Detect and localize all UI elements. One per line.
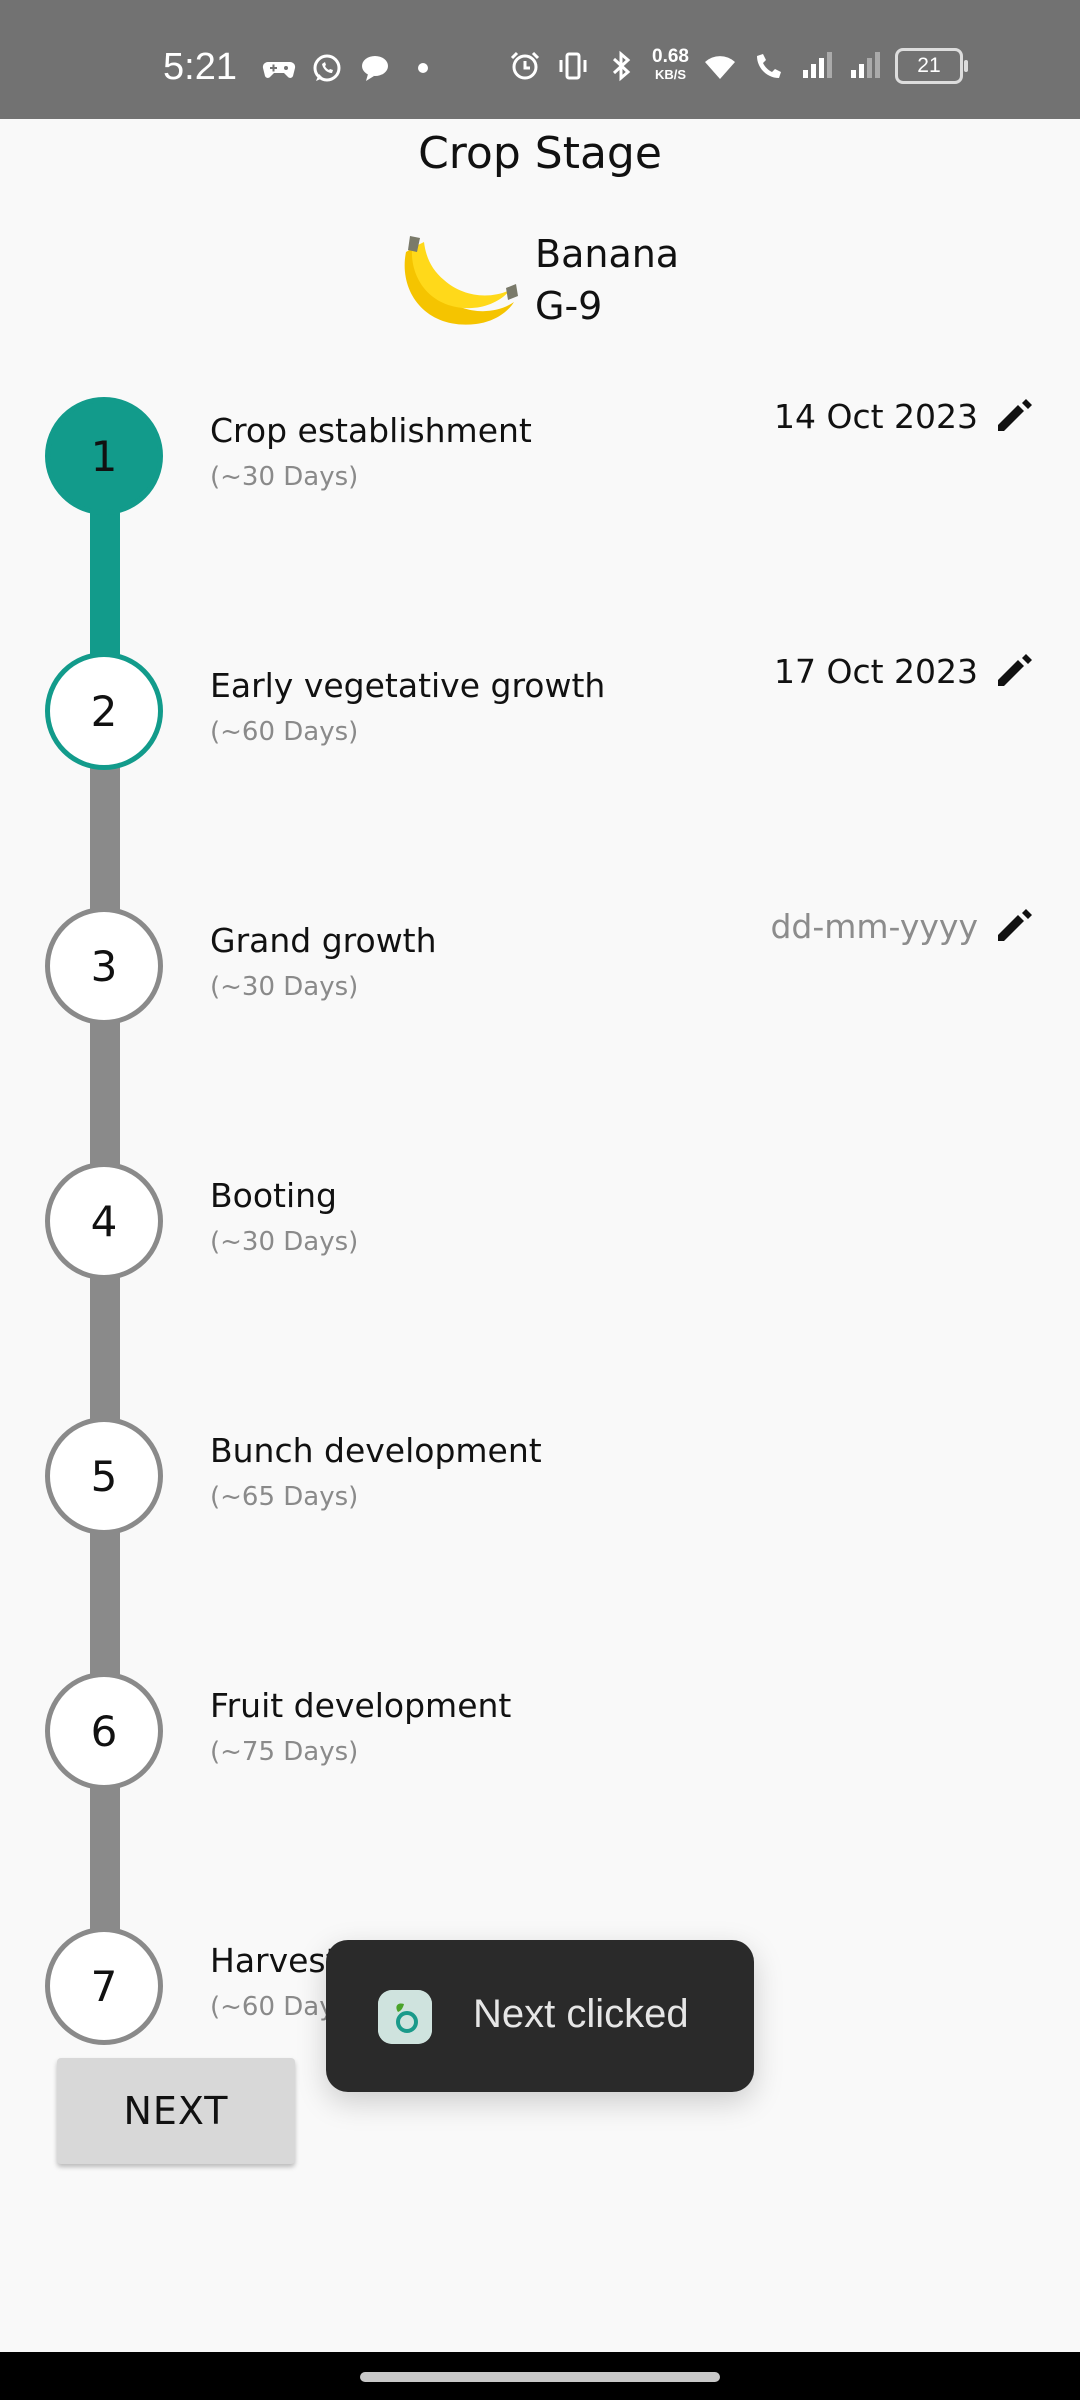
bluetooth-icon [612,50,631,82]
next-button[interactable]: NEXT [57,2058,295,2164]
status-time: 5:21 [163,46,237,88]
signal-strength-icon-2 [850,52,880,78]
edit-pencil-icon[interactable] [994,905,1034,945]
stage-name: Fruit development [210,1686,512,1725]
wifi-icon [704,56,735,79]
stage-number-circle: 7 [45,1927,163,2045]
stage-number-circle: 5 [45,1417,163,1535]
stage-name: Crop establishment [210,411,532,450]
stage-duration: (~65 Days) [210,1482,359,1512]
stage-name: Booting [210,1176,337,1215]
stage-duration: (~60 Days) [210,717,359,747]
navigation-bar [0,2352,1080,2400]
stage-date-field[interactable]: 14 Oct 2023 [774,397,978,436]
stage-number-circle: 6 [45,1672,163,1790]
home-gesture-handle[interactable] [360,2372,720,2382]
game-controller-icon [262,61,296,78]
timeline-connector [90,1272,120,1425]
stage-number-circle: 4 [45,1162,163,1280]
app-icon [378,1990,432,2044]
page-title: Crop Stage [418,128,662,179]
stage-number-circle: 2 [45,652,163,770]
battery-indicator: 21 [894,48,968,84]
stage-duration: (~30 Days) [210,972,359,1002]
wifi-calling-icon [756,54,781,78]
crop-info: Banana G-9 [398,228,718,338]
timeline-connector [90,507,120,660]
signal-strength-icon [802,52,832,78]
timeline-connector [90,1782,120,1935]
stage-name: Harvest [210,1941,339,1980]
timeline-connector [90,1527,120,1680]
chat-bubble-icon [362,56,388,81]
edit-pencil-icon[interactable] [994,650,1034,690]
stage-number-circle: 1 [45,397,163,515]
edit-pencil-icon[interactable] [994,395,1034,435]
stage-number-circle: 3 [45,907,163,1025]
network-speed: 0.68 KB/S [652,46,689,82]
dot-icon [418,63,428,73]
toast-message: Next clicked [473,1992,689,2036]
stage-duration: (~30 Days) [210,462,359,492]
banana-icon [404,236,518,325]
crop-variety: G-9 [535,284,603,328]
stage-date-field[interactable]: 17 Oct 2023 [774,652,978,691]
stage-duration: (~75 Days) [210,1737,359,1767]
status-bar: 5:21 0.68 KB/S 21 [0,0,1080,119]
stage-date-field[interactable]: dd-mm-yyyy [770,907,978,946]
stage-name: Grand growth [210,921,437,960]
timeline-connector [90,762,120,915]
alarm-icon [510,51,540,80]
vibrate-icon [559,52,587,80]
toast-notification: Next clicked [326,1940,754,2092]
timeline-connector [90,1017,120,1170]
stage-name: Bunch development [210,1431,542,1470]
stage-duration: (~30 Days) [210,1227,359,1257]
whatsapp-icon [313,54,341,82]
stage-name: Early vegetative growth [210,666,606,705]
crop-name: Banana [535,232,680,276]
